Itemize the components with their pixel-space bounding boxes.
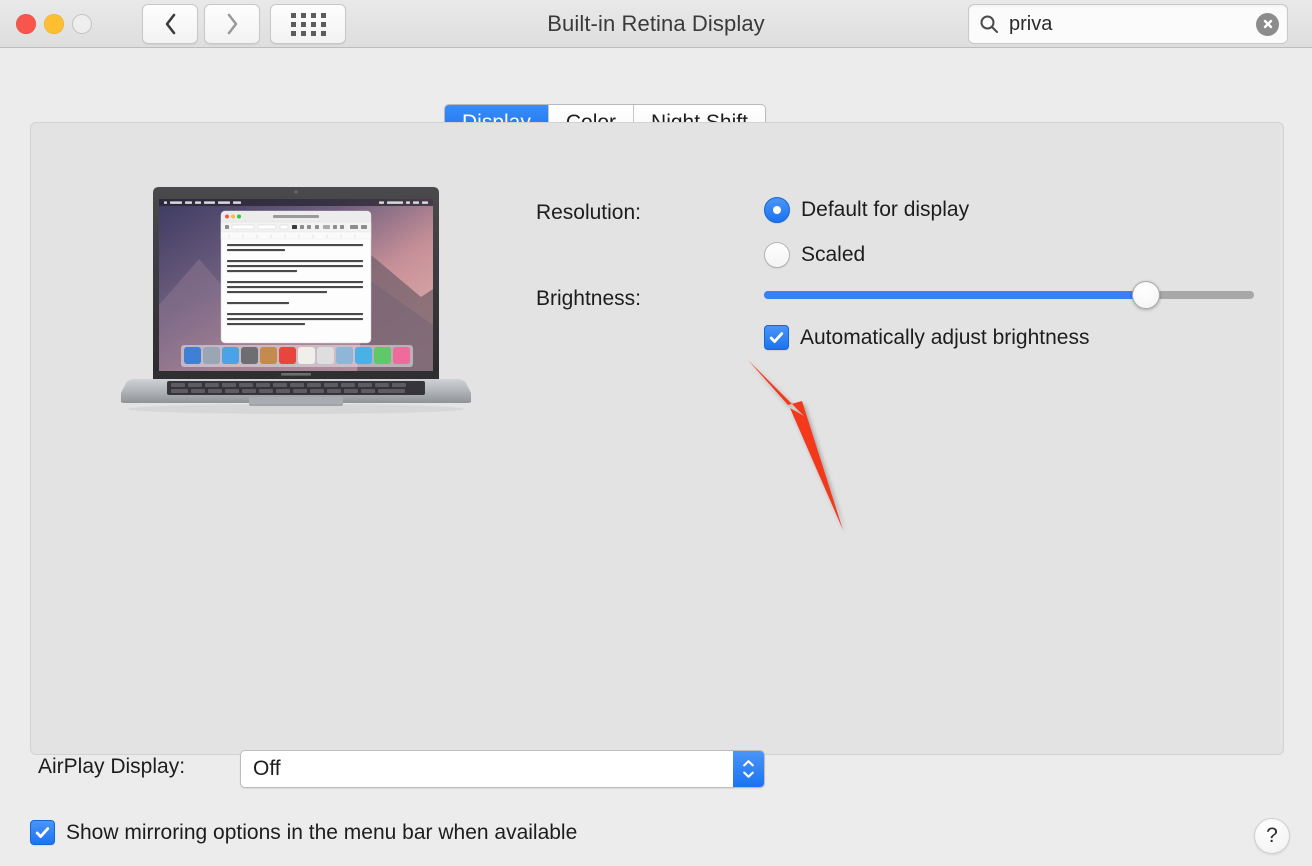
brightness-slider-thumb[interactable] [1132, 281, 1161, 309]
resolution-option-scaled[interactable]: Scaled [764, 242, 865, 268]
display-settings-panel: Resolution: Default for display Scaled B… [30, 122, 1284, 755]
search-input-value: priva [1009, 12, 1053, 35]
show-mirroring-options-checkbox[interactable] [30, 820, 55, 845]
automatically-adjust-brightness-label: Automatically adjust brightness [800, 325, 1090, 349]
chevron-up-icon [743, 760, 754, 767]
checkmark-icon [35, 827, 50, 839]
system-preferences-window: Built-in Retina Display priva Displ [0, 0, 1312, 866]
search-input[interactable]: priva [968, 4, 1288, 44]
search-icon [980, 15, 998, 33]
airplay-display-value: Off [253, 757, 281, 780]
radio-scaled-label: Scaled [801, 243, 866, 266]
automatically-adjust-brightness-checkbox[interactable] [764, 325, 789, 350]
clear-circle-icon [1263, 19, 1272, 29]
question-mark-icon: ? [1266, 824, 1278, 847]
show-mirroring-options-label: Show mirroring options in the menu bar w… [66, 820, 578, 844]
search-container: priva [968, 4, 1288, 44]
auto-brightness-row[interactable]: Automatically adjust brightness [764, 325, 1089, 350]
radio-scaled[interactable] [764, 242, 790, 268]
radio-default-for-display[interactable] [764, 197, 790, 223]
airplay-display-dropdown[interactable]: Off [240, 750, 765, 788]
stepper-updown-icon[interactable] [733, 751, 764, 787]
brightness-slider-fill [764, 291, 1147, 299]
radio-default-for-display-label: Default for display [801, 198, 970, 221]
checkmark-icon [769, 332, 784, 344]
resolution-label: Resolution: [535, 201, 641, 224]
resolution-option-default[interactable]: Default for display [764, 197, 969, 223]
show-mirroring-options-row[interactable]: Show mirroring options in the menu bar w… [30, 820, 577, 845]
page-title-text: Built-in Retina Display [547, 11, 765, 36]
clear-search-button[interactable] [1256, 12, 1279, 36]
help-button[interactable]: ? [1254, 818, 1290, 854]
airplay-display-label: AirPlay Display: [38, 755, 186, 778]
brightness-slider[interactable] [764, 281, 1254, 309]
chevron-down-icon [743, 771, 754, 778]
window-toolbar: Built-in Retina Display priva [0, 0, 1312, 48]
brightness-label: Brightness: [535, 287, 641, 310]
macbook-preview-illustration [121, 187, 471, 414]
